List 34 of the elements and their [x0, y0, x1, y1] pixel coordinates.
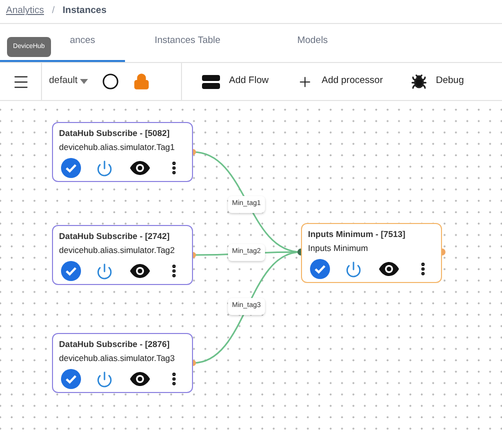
tab[interactable]: Instances Table [125, 24, 250, 62]
node-subtitle: Inputs Minimum [308, 242, 369, 255]
power-icon[interactable] [96, 262, 114, 280]
circle-icon[interactable] [102, 73, 119, 90]
node-title: DataHub Subscribe - [2742] [59, 230, 171, 242]
power-icon[interactable] [96, 370, 114, 388]
breadcrumb-current: Instances [62, 4, 106, 18]
toolbar-button[interactable]: Add Flow [202, 74, 269, 90]
breadcrumb-separator: / [52, 4, 55, 18]
bug-icon [410, 74, 427, 90]
node-subtitle: devicehub.alias.simulator.Tag1 [59, 141, 176, 154]
breadcrumb-link[interactable]: Analytics [6, 4, 44, 19]
eye-icon[interactable] [378, 262, 400, 276]
lock-icon[interactable] [132, 73, 150, 90]
check-circle-icon[interactable] [61, 369, 81, 389]
check-circle-icon[interactable] [310, 259, 330, 279]
stack-icon [202, 74, 220, 90]
toolbar-button[interactable]: Add processor [296, 74, 383, 90]
eye-icon[interactable] [128, 372, 151, 386]
toolbar-button[interactable]: Debug [410, 74, 464, 90]
check-circle-icon[interactable] [61, 261, 81, 281]
eye-icon[interactable] [128, 161, 151, 175]
tab[interactable]: Models [250, 24, 375, 62]
flow-select[interactable]: default [49, 74, 88, 89]
node-title: Inputs Minimum - [7513] [308, 228, 406, 240]
node-subtitle: devicehub.alias.simulator.Tag2 [59, 244, 176, 257]
eye-icon[interactable] [128, 264, 151, 278]
check-circle-icon[interactable] [61, 158, 81, 178]
caret-icon [80, 79, 88, 84]
node-title: DataHub Subscribe - [2876] [59, 338, 171, 350]
power-icon[interactable] [345, 260, 362, 278]
node-subtitle: devicehub.alias.simulator.Tag3 [59, 352, 176, 365]
power-icon[interactable] [96, 160, 114, 176]
node-title: DataHub Subscribe - [5082] [59, 127, 171, 139]
